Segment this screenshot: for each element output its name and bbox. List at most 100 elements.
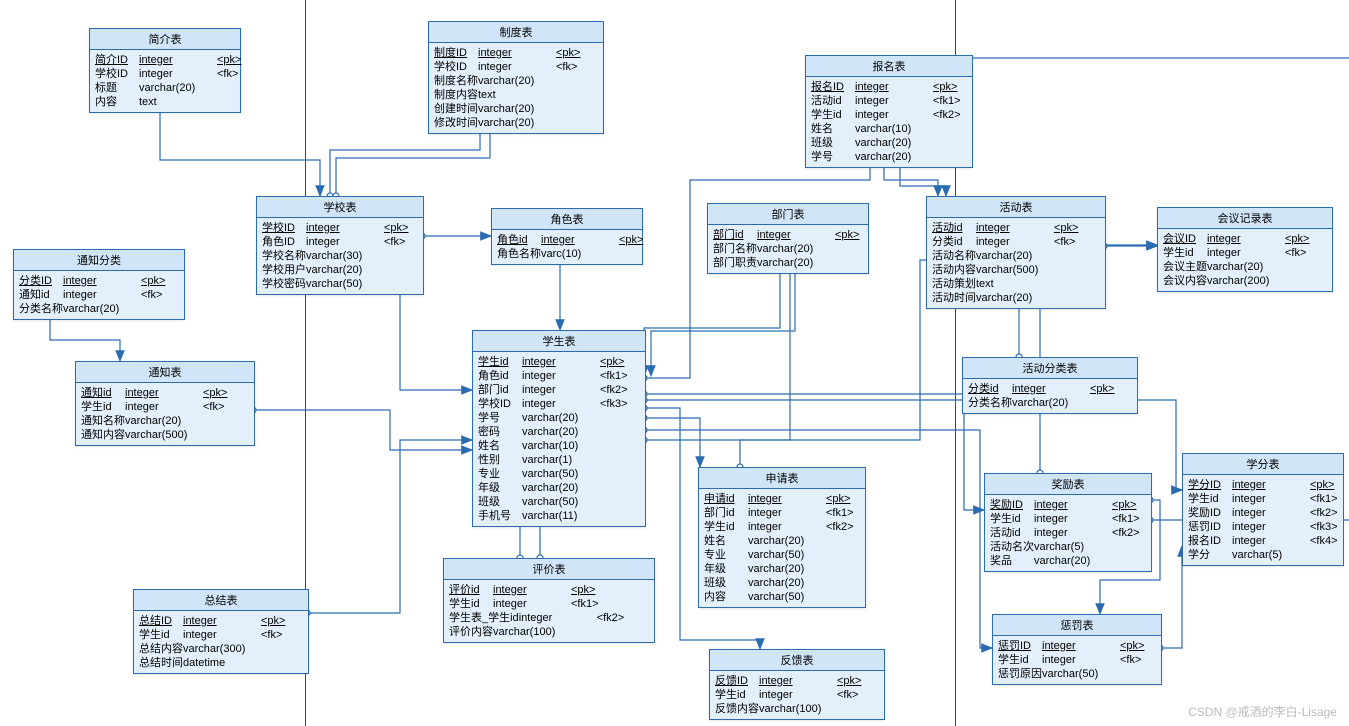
entity-notice: 通知表通知idinteger<pk>学生idinteger<fk>通知名称var…: [75, 361, 255, 446]
entity-row: 学校名称varchar(30): [262, 249, 418, 263]
entity-intro: 简介表简介IDinteger<pk>学校IDinteger<fk>标题varch…: [89, 28, 241, 113]
entity-title: 通知表: [76, 362, 254, 383]
entity-row: 部门idinteger<fk2>: [478, 383, 640, 397]
entity-row: 班级varchar(50): [478, 495, 640, 509]
entity-row: 部门idinteger<pk>: [713, 228, 863, 242]
entity-row: 制度IDinteger<pk>: [434, 46, 598, 60]
entity-row: 学生idinteger<pk>: [478, 355, 640, 369]
entity-row: 总结内容varchar(300): [139, 642, 303, 656]
entity-title: 反馈表: [710, 650, 884, 671]
entity-body: 角色idinteger<pk>角色名称varc(10): [492, 230, 642, 264]
entity-body: 制度IDinteger<pk>学校IDinteger<fk>制度名称varcha…: [429, 43, 603, 133]
entity-row: 专业varchar(50): [478, 467, 640, 481]
entity-row: 通知idinteger<fk>: [19, 288, 179, 302]
entity-credit: 学分表学分IDinteger<pk>学生idinteger<fk1>奖励IDin…: [1182, 453, 1344, 566]
entity-title: 会议记录表: [1158, 208, 1332, 229]
entity-row: 活动内容varchar(500): [932, 263, 1100, 277]
entity-row: 分类idinteger<fk>: [932, 235, 1100, 249]
entity-body: 简介IDinteger<pk>学校IDinteger<fk>标题varchar(…: [90, 50, 240, 112]
entity-row: 学生idinteger<fk1>: [449, 597, 649, 611]
entity-row: 活动idinteger<pk>: [932, 221, 1100, 235]
entity-body: 申请idinteger<pk>部门idinteger<fk1>学生idinteg…: [699, 489, 865, 607]
entity-row: 活动时间varchar(20): [932, 291, 1100, 305]
entity-row: 创建时间varchar(20): [434, 102, 598, 116]
entity-row: 奖励IDinteger<pk>: [990, 498, 1146, 512]
entity-title: 学分表: [1183, 454, 1343, 475]
entity-title: 通知分类: [14, 250, 184, 271]
entity-row: 学校密码varchar(50): [262, 277, 418, 291]
entity-row: 会议IDinteger<pk>: [1163, 232, 1327, 246]
entity-row: 分类名称varchar(20): [968, 396, 1132, 410]
entity-body: 通知idinteger<pk>学生idinteger<fk>通知名称varcha…: [76, 383, 254, 445]
entity-row: 学生idinteger<fk>: [715, 688, 879, 702]
entity-row: 年级varchar(20): [478, 481, 640, 495]
entity-title: 活动表: [927, 197, 1105, 218]
entity-body: 学分IDinteger<pk>学生idinteger<fk1>奖励IDinteg…: [1183, 475, 1343, 565]
entity-title: 惩罚表: [993, 615, 1161, 636]
entity-row: 修改时间varchar(20): [434, 116, 598, 130]
entity-activity: 活动表活动idinteger<pk>分类idinteger<fk>活动名称var…: [926, 196, 1106, 309]
entity-title: 总结表: [134, 590, 308, 611]
entity-row: 会议内容varchar(200): [1163, 274, 1327, 288]
entity-row: 学生idinteger<fk>: [998, 653, 1156, 667]
entity-body: 分类idinteger<pk>分类名称varchar(20): [963, 379, 1137, 413]
entity-system: 制度表制度IDinteger<pk>学校IDinteger<fk>制度名称var…: [428, 21, 604, 134]
entity-row: 制度名称varchar(20): [434, 74, 598, 88]
entity-row: 活动名称varchar(20): [932, 249, 1100, 263]
entity-notice_cat: 通知分类分类IDinteger<pk>通知idinteger<fk>分类名称va…: [13, 249, 185, 320]
entity-title: 报名表: [806, 56, 972, 77]
entity-apply: 申请表申请idinteger<pk>部门idinteger<fk1>学生idin…: [698, 467, 866, 608]
entity-row: 学号varchar(20): [478, 411, 640, 425]
entity-row: 部门职责varchar(20): [713, 256, 863, 270]
entity-row: 报名IDinteger<fk4>: [1188, 534, 1338, 548]
entity-title: 学校表: [257, 197, 423, 218]
entity-dept: 部门表部门idinteger<pk>部门名称varchar(20)部门职责var…: [707, 203, 869, 274]
entity-row: 班级varchar(20): [811, 136, 967, 150]
entity-row: 活动名次varchar(5): [990, 540, 1146, 554]
entity-row: 申请idinteger<pk>: [704, 492, 860, 506]
entity-row: 学生idinteger<fk>: [81, 400, 249, 414]
entity-row: 反馈IDinteger<pk>: [715, 674, 879, 688]
entity-row: 学校IDinteger<fk>: [95, 67, 235, 81]
entity-body: 部门idinteger<pk>部门名称varchar(20)部门职责varcha…: [708, 225, 868, 273]
entity-row: 部门idinteger<fk1>: [704, 506, 860, 520]
entity-row: 会议主题varchar(20): [1163, 260, 1327, 274]
entity-row: 学校用户varchar(20): [262, 263, 418, 277]
entity-school: 学校表学校IDinteger<pk>角色IDinteger<fk>学校名称var…: [256, 196, 424, 295]
entity-activity_cat: 活动分类表分类idinteger<pk>分类名称varchar(20): [962, 357, 1138, 414]
entity-row: 评价idinteger<pk>: [449, 583, 649, 597]
entity-row: 学校IDinteger<pk>: [262, 221, 418, 235]
entity-row: 总结IDinteger<pk>: [139, 614, 303, 628]
entity-title: 评价表: [444, 559, 654, 580]
entity-row: 分类名称varchar(20): [19, 302, 179, 316]
entity-body: 评价idinteger<pk>学生idinteger<fk1>学生表_学生idi…: [444, 580, 654, 642]
entity-punish: 惩罚表惩罚IDinteger<pk>学生idinteger<fk>惩罚原因var…: [992, 614, 1162, 685]
entity-row: 活动idinteger<fk1>: [811, 94, 967, 108]
entity-title: 奖励表: [985, 474, 1151, 495]
entity-row: 性别varchar(1): [478, 453, 640, 467]
entity-row: 学号varchar(20): [811, 150, 967, 164]
entity-body: 总结IDinteger<pk>学生idinteger<fk>总结内容varcha…: [134, 611, 308, 673]
entity-body: 学校IDinteger<pk>角色IDinteger<fk>学校名称varcha…: [257, 218, 423, 294]
entity-row: 学生idinteger<fk>: [139, 628, 303, 642]
entity-row: 学校IDinteger<fk3>: [478, 397, 640, 411]
entity-row: 制度内容text: [434, 88, 598, 102]
entity-row: 分类idinteger<pk>: [968, 382, 1132, 396]
entity-body: 报名IDinteger<pk>活动idinteger<fk1>学生idinteg…: [806, 77, 972, 167]
entity-row: 分类IDinteger<pk>: [19, 274, 179, 288]
entity-row: 学生idinteger<fk2>: [704, 520, 860, 534]
entity-row: 学生idinteger<fk1>: [1188, 492, 1338, 506]
entity-body: 活动idinteger<pk>分类idinteger<fk>活动名称varcha…: [927, 218, 1105, 308]
entity-eval: 评价表评价idinteger<pk>学生idinteger<fk1>学生表_学生…: [443, 558, 655, 643]
entity-row: 惩罚IDinteger<fk3>: [1188, 520, 1338, 534]
entity-row: 学生idinteger<fk1>: [990, 512, 1146, 526]
entity-title: 制度表: [429, 22, 603, 43]
entity-row: 总结时间datetime: [139, 656, 303, 670]
entity-row: 惩罚IDinteger<pk>: [998, 639, 1156, 653]
entity-row: 标题varchar(20): [95, 81, 235, 95]
entity-row: 手机号varchar(11): [478, 509, 640, 523]
entity-row: 班级varchar(20): [704, 576, 860, 590]
entity-row: 年级varchar(20): [704, 562, 860, 576]
entity-body: 反馈IDinteger<pk>学生idinteger<fk>反馈内容varcha…: [710, 671, 884, 719]
entity-title: 角色表: [492, 209, 642, 230]
